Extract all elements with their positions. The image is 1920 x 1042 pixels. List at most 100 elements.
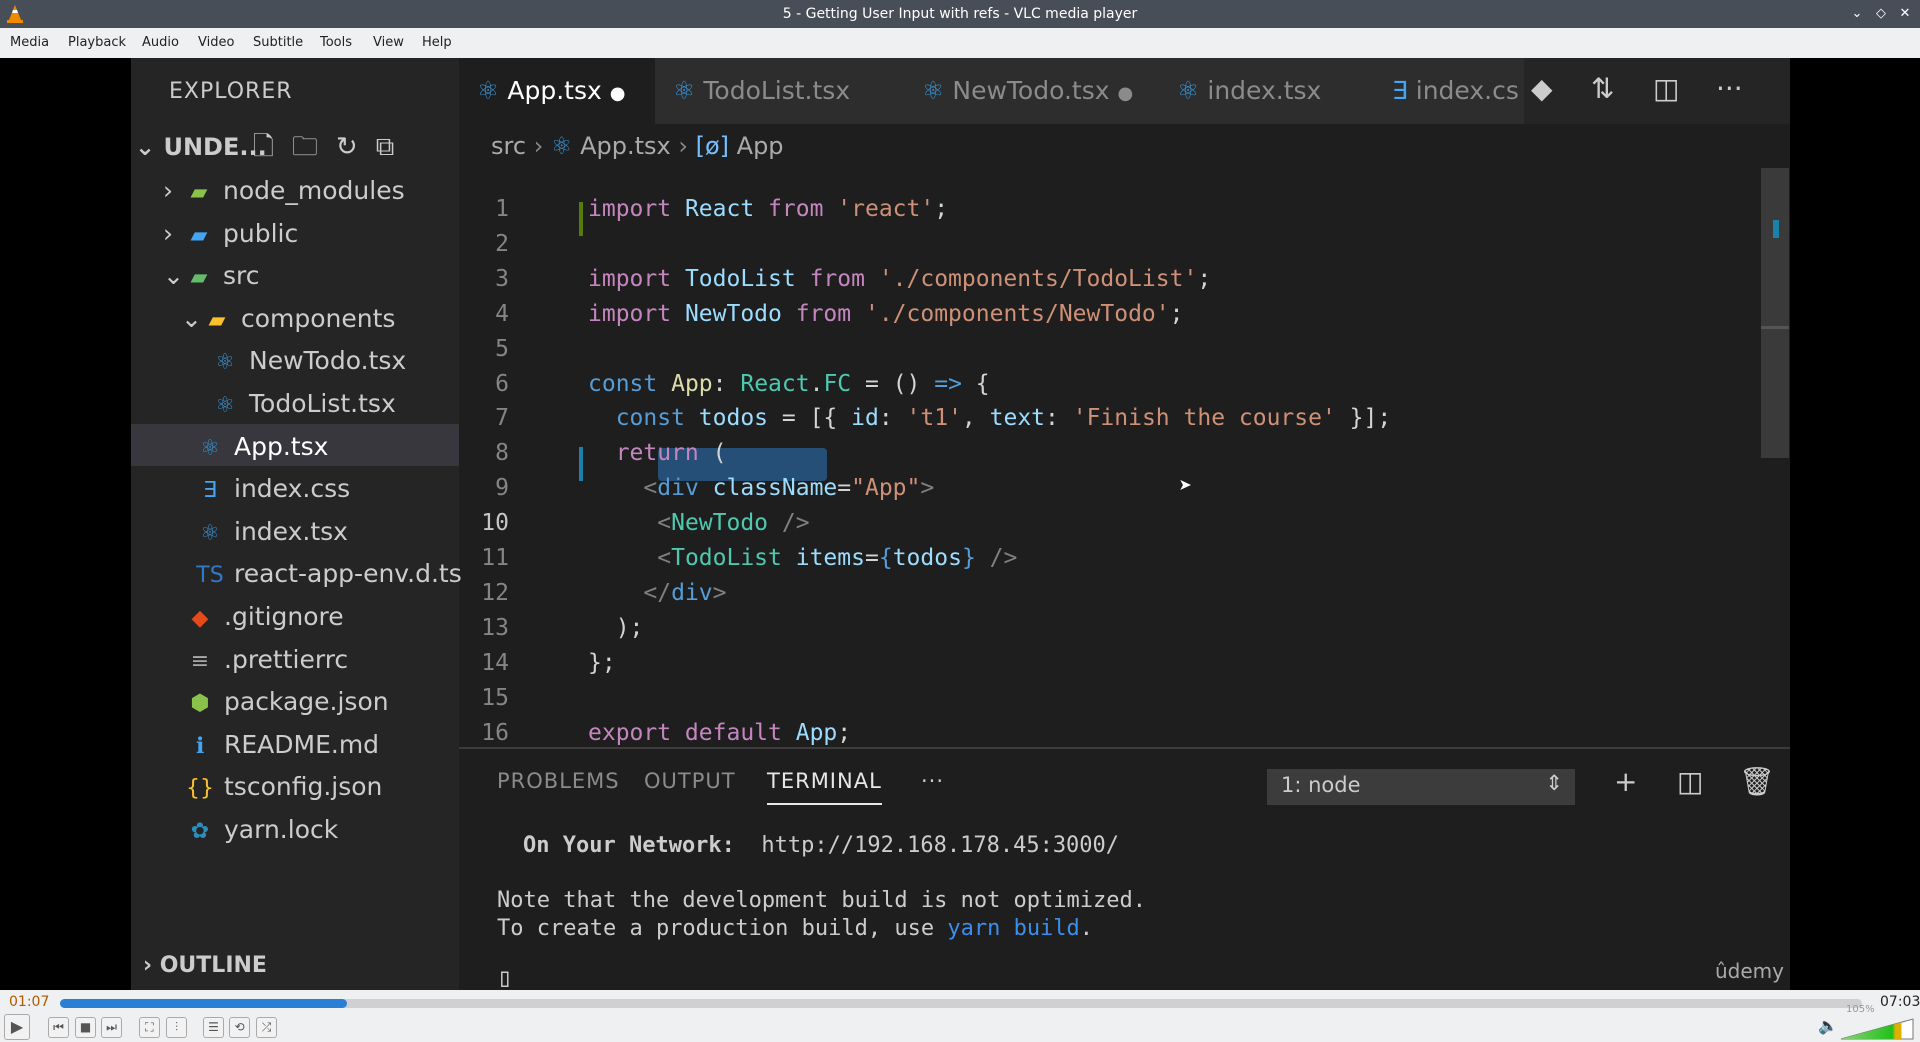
tree-item[interactable]: ≡ .prettierrc [186,640,348,680]
gutter-modified-marker [579,202,583,236]
play-button[interactable]: ▶ [4,1014,30,1040]
editor-actions: ◆ ⇅ ◫ ··· [1531,58,1790,124]
line-number: 14 [481,649,509,676]
compare-changes-icon[interactable]: ⇅ [1591,72,1614,105]
line-number: 15 [481,684,509,711]
menu-help[interactable]: Help [422,35,452,50]
tab-problems[interactable]: PROBLEMS [497,769,620,793]
react-icon: ⚛ [673,76,696,105]
new-folder-icon[interactable]: 🗀 [292,132,336,162]
git-icon[interactable]: ◆ [1531,72,1553,105]
fullscreen-button[interactable]: ⛶ [139,1017,160,1038]
more-actions-icon[interactable]: ··· [1716,72,1743,105]
line-number: 10 [481,510,509,537]
chevron-down-icon: ⌄ [163,261,184,291]
volume-slider[interactable] [1840,1018,1914,1040]
menu-bar: Media Playback Audio Video Subtitle Tool… [0,28,1920,58]
tab-terminal[interactable]: TERMINAL [767,769,882,805]
breadcrumb-file[interactable]: App.tsx [580,132,671,160]
shuffle-button[interactable]: ⤮ [256,1017,277,1038]
react-icon: ⚛ [922,76,945,105]
split-editor-icon[interactable]: ◫ [1653,72,1679,105]
code-line: import React from 'react'; [588,196,949,222]
title-bar: 5 - Getting User Input with refs - VLC m… [0,0,1920,28]
terminal-select-value: 1: node [1281,773,1361,797]
tree-item-label: package.json [224,687,389,717]
code-line: return ( [588,440,727,467]
code-editor[interactable]: 1 import React from 'react'; 2 3 import Todo… [459,166,1790,806]
maximize-button[interactable]: ◇ [1872,5,1890,23]
tree-item[interactable]: ∃ index.css [196,469,350,509]
tree-item[interactable]: TS react-app-env.d.ts [196,554,461,594]
loop-button[interactable]: ⟲ [229,1017,250,1038]
tree-item[interactable]: ⚛ NewTodo.tsx [211,341,406,381]
tab-index-cs[interactable]: ∃ index.cs [1374,58,1524,124]
tab-index-tsx[interactable]: ⚛ index.tsx [1159,58,1374,124]
trash-icon[interactable]: 🗑 [1739,765,1775,798]
explorer-title: EXPLORER [169,79,293,104]
new-file-icon[interactable]: 🗋 [253,132,292,162]
tree-item[interactable]: ⬢ package.json [186,682,389,722]
breadcrumb-src[interactable]: src [491,132,526,160]
tab-label: index.tsx [1207,76,1322,105]
tree-item[interactable]: ⌄ ▰ components [181,299,395,339]
new-terminal-icon[interactable]: + [1614,765,1637,798]
tree-item[interactable]: › ▰ node_modules [163,171,405,211]
tree-item[interactable]: ⚛ TodoList.tsx [211,384,396,424]
tree-item[interactable]: ✿ yarn.lock [186,810,338,850]
unsaved-dot-icon: ● [1117,83,1134,104]
node-icon: ⬢ [190,691,210,717]
seek-slider[interactable] [60,999,1862,1008]
playlist-button[interactable]: ☰ [203,1017,224,1038]
collapse-all-icon[interactable]: ⧉ [376,132,413,162]
menu-media[interactable]: Media [10,35,49,50]
tab-label: App.tsx [507,76,602,105]
elapsed-time: 01:07 [9,994,50,1010]
stop-button[interactable]: ■ [75,1017,96,1038]
line-number: 16 [481,719,509,746]
video-frame[interactable]: EXPLORER ⌄ UNDE... 🗋🗀↻⧉ › ▰ node_modules › ▰… [131,58,1790,990]
menu-playback[interactable]: Playback [68,35,126,50]
tree-item-label: TodoList.tsx [249,389,396,418]
tree-item[interactable]: {} tsconfig.json [186,767,382,807]
outline-section[interactable]: › OUTLINE [143,946,267,986]
tab-newtodo-tsx[interactable]: ⚛ NewTodo.tsx ● [904,58,1159,124]
tab-output[interactable]: OUTPUT [644,769,736,793]
terminal-cursor: ▯ [497,963,513,990]
next-button[interactable]: ⏭ [101,1017,122,1038]
menu-video[interactable]: Video [198,35,234,50]
line-number: 9 [495,475,509,502]
menu-subtitle[interactable]: Subtitle [253,35,303,50]
minimize-button[interactable]: ⌄ [1848,5,1866,23]
close-button[interactable]: ✕ [1896,5,1914,23]
tree-item[interactable]: ⚛ App.tsx [196,427,328,467]
udemy-watermark: ûdemy [1715,959,1784,983]
line-number: 4 [495,300,509,327]
extended-settings-button[interactable]: ⫶ [166,1017,187,1038]
tab-label: index.cs [1415,76,1519,105]
split-terminal-icon[interactable]: ◫ [1677,765,1703,798]
editor-scrollbar[interactable] [1761,168,1789,458]
terminal-select[interactable]: 1: node ⇕ [1267,769,1575,805]
line-number: 11 [481,545,509,571]
menu-audio[interactable]: Audio [142,35,179,50]
tab-app-tsx[interactable]: ⚛ App.tsx ● [459,58,655,124]
project-root[interactable]: ⌄ UNDE... [135,127,267,167]
breadcrumb-symbol[interactable]: App [737,132,784,160]
tree-item[interactable]: › ▰ public [163,214,298,254]
tree-item[interactable]: ℹ README.md [186,725,379,765]
menu-tools[interactable]: Tools [320,35,352,50]
tree-item[interactable]: ⌄ ▰ src [163,256,260,296]
tree-item[interactable]: ◆ .gitignore [186,597,344,637]
refresh-icon[interactable]: ↻ [336,132,376,162]
previous-button[interactable]: ⏮ [48,1017,69,1038]
tab-todolist-tsx[interactable]: ⚛ TodoList.tsx [655,58,904,124]
terminal-network-line: On Your Network: http://192.168.178.45:3… [523,833,1120,858]
line-number: 3 [495,265,509,292]
speaker-icon[interactable]: 🔈 [1818,1016,1838,1035]
breadcrumb: src › ⚛ App.tsx › [ø] App [491,132,784,160]
code-line: }; [588,649,616,676]
tree-item[interactable]: ⚛ index.tsx [196,512,348,552]
more-tabs-icon[interactable]: ··· [921,769,944,793]
menu-view[interactable]: View [373,35,404,50]
